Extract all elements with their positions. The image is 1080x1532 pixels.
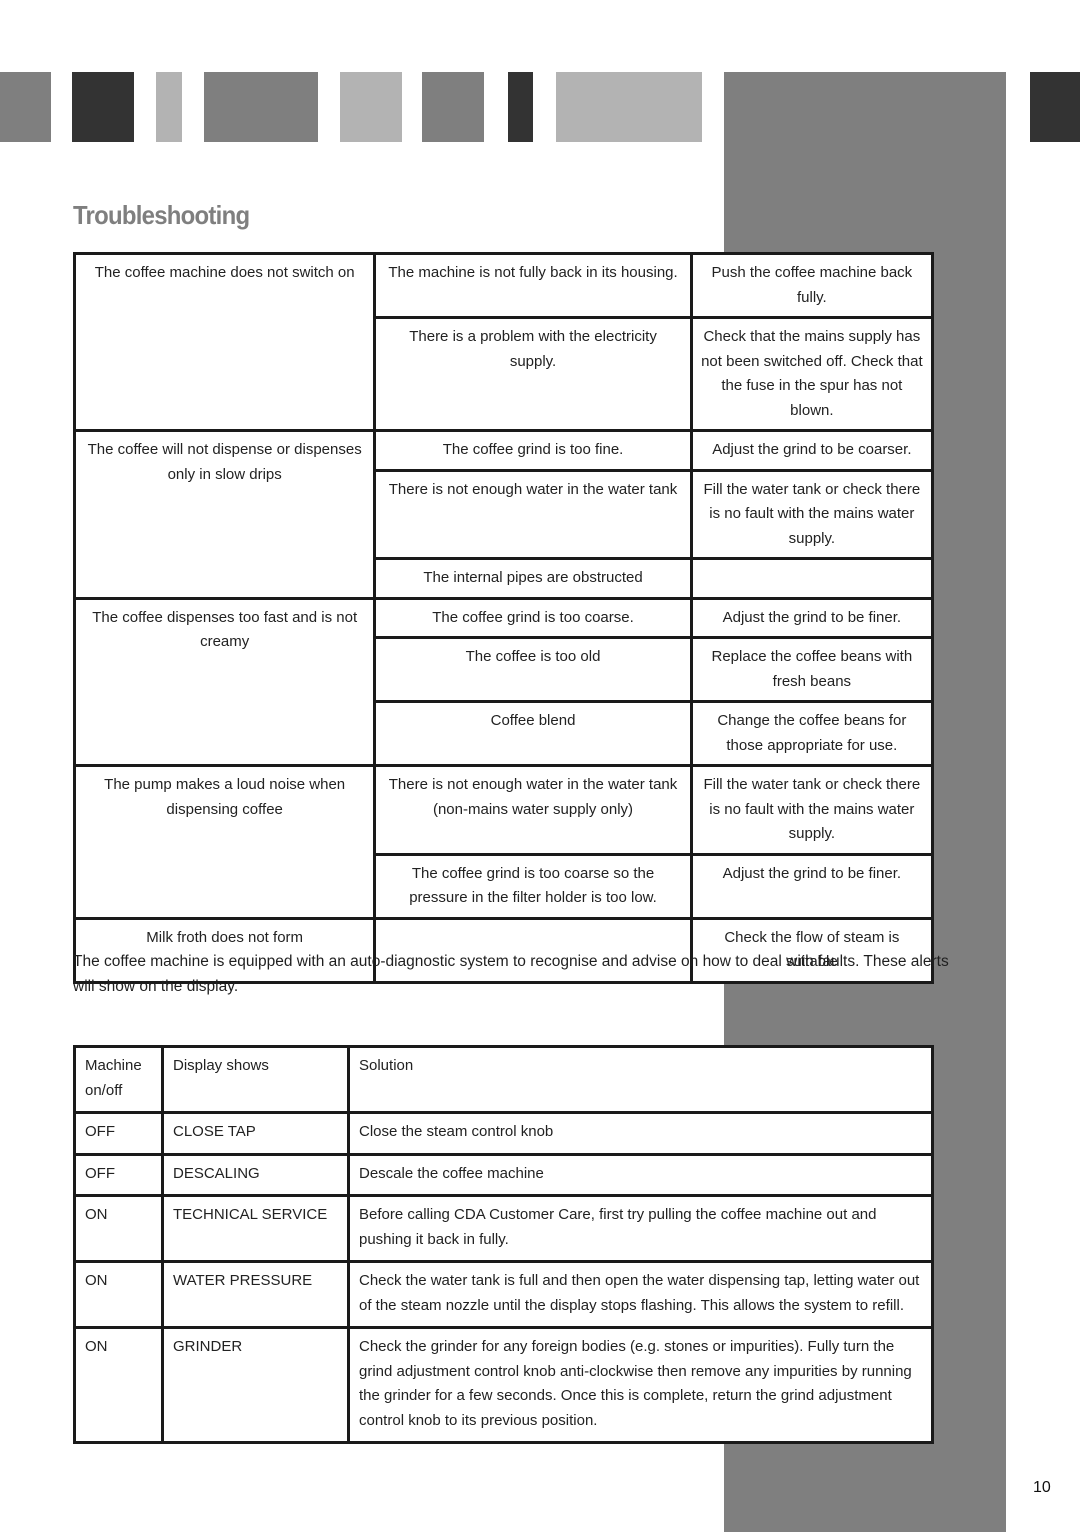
solution-cell: Check the water tank is full and then op… (347, 1260, 934, 1329)
display-shows-cell: CLOSE TAP (161, 1111, 350, 1156)
solution-cell: Adjust the grind to be finer. (689, 596, 935, 639)
page-number: 10 (1033, 1479, 1051, 1496)
header-bar (508, 72, 533, 142)
solution-cell: Replace the coffee beans with fresh bean… (689, 636, 935, 703)
table-row: The coffee machine does not switch on The… (72, 252, 935, 432)
solution-cell (689, 557, 935, 600)
problem-cell: The coffee machine does not switch on (72, 252, 377, 432)
header-bar (340, 72, 402, 142)
page-title: Troubleshooting (73, 200, 250, 230)
intro-paragraph: The coffee machine is equipped with an a… (73, 953, 949, 995)
cause-cell: There is not enough water in the water t… (373, 764, 693, 856)
table-row: The coffee will not dispense or dispense… (72, 429, 935, 600)
table-row: ON TECHNICAL SERVICE Before calling CDA Cu… (73, 1194, 934, 1263)
header-bar (1030, 72, 1080, 142)
machine-state-cell: ON (73, 1260, 164, 1329)
solution-cell: Adjust the grind to be coarser. (689, 429, 935, 472)
header-machine-state: Machine on/off (73, 1045, 164, 1114)
display-shows-cell: WATER PRESSURE (161, 1260, 350, 1329)
machine-state-cell: OFF (73, 1152, 164, 1197)
cause-cell: The internal pipes are obstructed (373, 557, 693, 600)
table-row: The coffee dispenses too fast and is not… (72, 596, 935, 767)
table-row: OFF CLOSE TAP Close the steam control knob (73, 1111, 934, 1156)
table-row: ON GRINDER Check the grinder for any forei… (73, 1326, 934, 1444)
cause-cell: The coffee grind is too coarse. (373, 596, 693, 639)
solution-cell: Push the coffee machine back fully. (689, 252, 935, 319)
header-bar (72, 72, 134, 142)
solution-cell: Fill the water tank or check there is no… (689, 764, 935, 856)
troubleshooting-table: The coffee machine does not switch on The… (72, 252, 935, 984)
solution-cell: Check the grinder for any foreign bodies… (347, 1326, 934, 1444)
machine-state-cell: OFF (73, 1111, 164, 1156)
cause-cell: The coffee grind is too coarse so the pr… (373, 852, 693, 920)
header-display-shows: Display shows (161, 1045, 350, 1114)
solution-cell: Check that the mains supply has not been… (689, 316, 935, 432)
table-row: ON WATER PRESSURE Check the water tank is … (73, 1260, 934, 1329)
machine-state-cell: ON (73, 1326, 164, 1444)
header-solution: Solution (347, 1045, 934, 1114)
cause-cell: The coffee is too old (373, 636, 693, 703)
table-row: OFF DESCALING Descale the coffee machine (73, 1152, 934, 1197)
solution-cell: Change the coffee beans for those approp… (689, 700, 935, 767)
display-shows-cell: TECHNICAL SERVICE (161, 1194, 350, 1263)
cause-cell: Coffee blend (373, 700, 693, 767)
problem-cell: The coffee dispenses too fast and is not… (72, 596, 377, 767)
table-row: The pump makes a loud noise when dispens… (72, 764, 935, 920)
cause-cell: There is not enough water in the water t… (373, 468, 693, 560)
solution-cell: Adjust the grind to be finer. (689, 852, 935, 920)
solution-cell: Descale the coffee machine (347, 1152, 934, 1197)
cause-cell: The coffee grind is too fine. (373, 429, 693, 472)
alerts-header-row: Machine on/off Display shows Solution (73, 1045, 934, 1114)
header-bar (556, 72, 702, 142)
cause-cell: There is a problem with the electricity … (373, 316, 693, 432)
header-bar (422, 72, 484, 142)
solution-cell: Fill the water tank or check there is no… (689, 468, 935, 560)
header-bar (156, 72, 182, 142)
solution-cell: Close the steam control knob (347, 1111, 934, 1156)
machine-state-cell: ON (73, 1194, 164, 1263)
solution-cell: Before calling CDA Customer Care, first … (347, 1194, 934, 1263)
header-bar (0, 72, 51, 142)
display-shows-cell: GRINDER (161, 1326, 350, 1444)
header-bar (204, 72, 318, 142)
cause-cell: The machine is not fully back in its hou… (373, 252, 693, 319)
problem-cell: The coffee will not dispense or dispense… (72, 429, 377, 600)
problem-cell: The pump makes a loud noise when dispens… (72, 764, 377, 920)
display-shows-cell: DESCALING (161, 1152, 350, 1197)
alerts-table: Machine on/off Display shows Solution OF… (73, 1045, 934, 1444)
